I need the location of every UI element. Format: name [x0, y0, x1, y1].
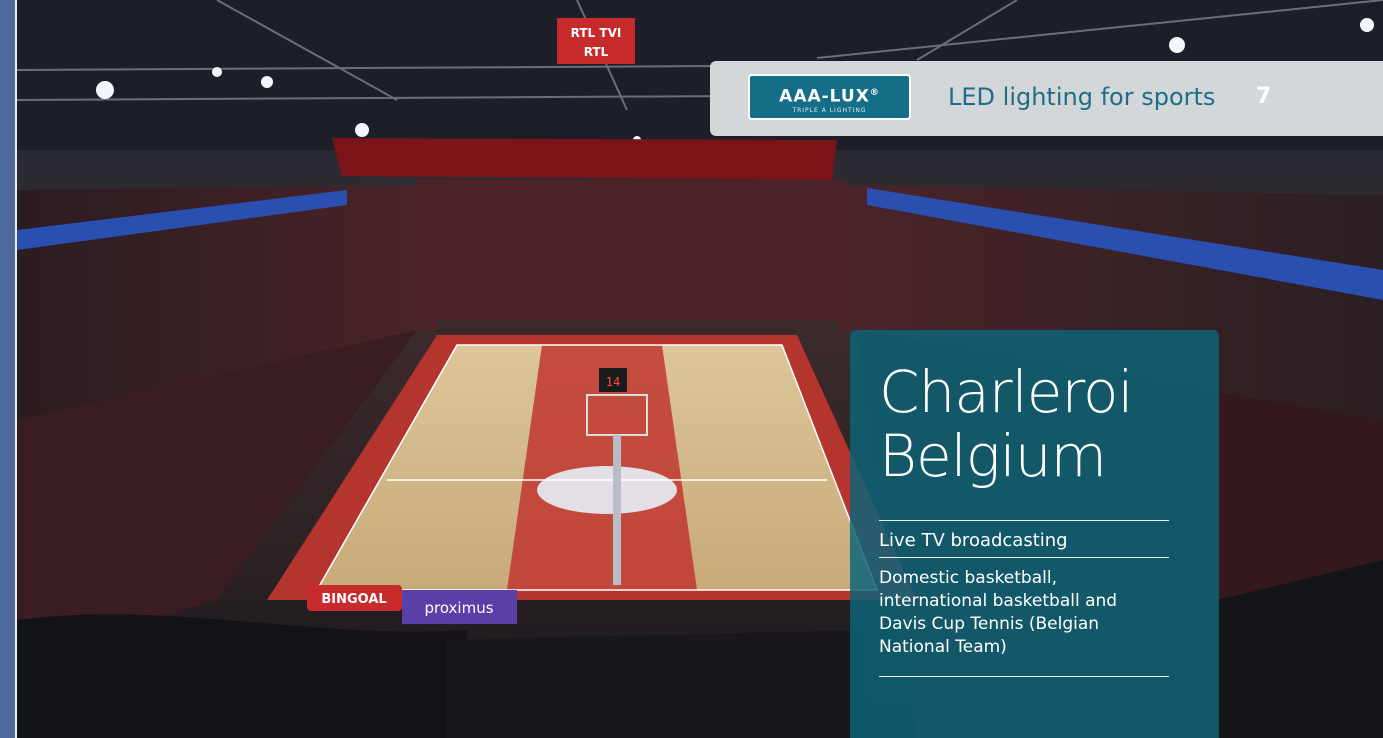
shot-clock-text: 14 — [606, 375, 620, 389]
service-label: Live TV broadcasting — [879, 530, 1068, 551]
header-bar: AAA-LUX® TRIPLE A LIGHTING LED lighting … — [710, 61, 1383, 136]
page-number: 7 — [1256, 84, 1272, 109]
divider-bottom — [879, 676, 1169, 677]
ad-bingoal-text: BINGOAL — [321, 592, 386, 607]
logo-text: AAA-LUX® — [779, 86, 880, 107]
basket-pole — [613, 435, 621, 585]
location-city: Charleroi — [879, 358, 1134, 426]
page-margin-strip — [0, 0, 17, 738]
stand-end — [417, 180, 847, 320]
divider-top — [879, 520, 1169, 521]
foreground-crowd-left — [17, 614, 467, 738]
center-circle — [537, 466, 677, 514]
ad-proximus-text: proximus — [424, 599, 493, 617]
rtl-sign-text-2: RTL — [584, 45, 609, 59]
brand-logo: AAA-LUX® TRIPLE A LIGHTING — [748, 74, 911, 120]
rtl-sign-text-1: RTL TVI — [571, 26, 622, 40]
foreground-crowd-center — [447, 630, 867, 738]
registered-mark: ® — [869, 88, 880, 98]
info-panel: Charleroi Belgium Live TV broadcasting D… — [850, 330, 1219, 738]
header-title: LED lighting for sports — [948, 83, 1216, 111]
location-title: Charleroi Belgium — [879, 360, 1199, 488]
jumbotron — [332, 138, 837, 180]
logo-tagline: TRIPLE A LIGHTING — [792, 106, 867, 114]
location-country: Belgium — [879, 422, 1107, 490]
sports-description: Domestic basketball, international baske… — [879, 568, 1118, 657]
divider-middle — [879, 557, 1169, 558]
